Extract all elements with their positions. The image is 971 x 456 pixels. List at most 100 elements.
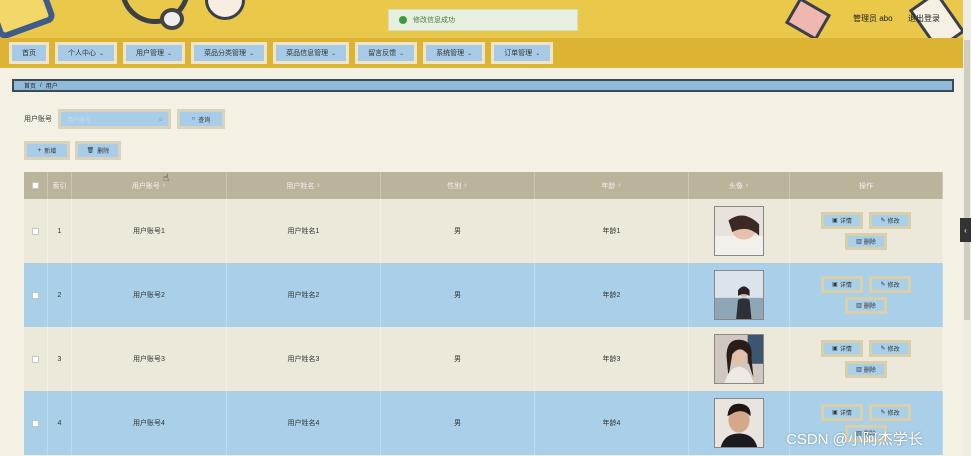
table-row: 3 用户账号3 用户姓名3 男 年龄3 ▣ 详情 ✎ 修改 ▥ 删除 [24, 327, 943, 391]
banner-decoration-eraser [784, 0, 832, 38]
add-button[interactable]: + 新增 [24, 141, 70, 160]
breadcrumb: 首页 / 用户 [12, 79, 954, 92]
row-checkbox[interactable] [32, 227, 39, 235]
nav-item-home[interactable]: 首页 [9, 42, 49, 64]
nav-item-feedback[interactable]: 留言反馈 ⌄ [355, 42, 418, 64]
sort-icon: ⇕ [316, 182, 321, 189]
chevron-down-icon: ⌄ [467, 50, 473, 57]
nav-item-orders[interactable]: 订单管理 ⌄ [491, 42, 554, 64]
trash-icon: 🗑 [86, 148, 95, 154]
ops-group: ▣ 详情 ✎ 修改 [821, 340, 911, 357]
cell-gender: 男 [381, 391, 535, 455]
nav-item-personal[interactable]: 个人中心 ⌄ [55, 42, 118, 64]
header-name[interactable]: 用户姓名 ⇕ [227, 172, 381, 199]
cell-avatar [689, 327, 790, 391]
add-label: 新增 [44, 149, 57, 155]
cell-gender: 男 [381, 199, 535, 263]
nav-label: 用户管理 [136, 50, 165, 57]
row-select-cell [24, 327, 48, 391]
cell-gender: 男 [381, 327, 535, 391]
edit-label: 修改 [887, 411, 900, 417]
nav-label: 订单管理 [504, 50, 533, 57]
edit-button[interactable]: ✎ 修改 [869, 340, 911, 357]
search-placeholder: 用户账号 [67, 117, 92, 124]
breadcrumb-home[interactable]: 首页 [24, 81, 36, 90]
bulk-delete-button[interactable]: 🗑 删除 [75, 141, 121, 160]
chevron-down-icon: ⌄ [167, 50, 173, 57]
cell-ops: ▣ 详情 ✎ 修改 ▥ 删除 [790, 199, 943, 263]
nav-item-dish-category[interactable]: 菜品分类管理 ⌄ [191, 42, 268, 64]
logout-link[interactable]: 退出登录 [908, 13, 940, 24]
nav-label: 菜品信息管理 [286, 50, 329, 57]
cell-account: 用户账号2 [72, 263, 227, 327]
select-all-checkbox[interactable] [32, 182, 39, 189]
header-account[interactable]: 用户账号 ⇕ [72, 172, 227, 199]
collapse-handle[interactable]: ‹ [960, 218, 971, 242]
header-label: 年龄 [601, 182, 616, 190]
query-button[interactable]: ○ 查询 [177, 109, 225, 129]
ops-group: ▣ 详情 ✎ 修改 [821, 212, 911, 229]
cell-age: 年龄3 [535, 327, 689, 391]
edit-icon: ✎ [880, 410, 886, 416]
delete-label: 删除 [863, 240, 876, 246]
row-select-cell [24, 199, 48, 263]
row-checkbox[interactable] [32, 419, 39, 427]
row-delete-button[interactable]: ▥ 删除 [845, 233, 887, 250]
header-index: 索引 [48, 172, 72, 199]
detail-label: 详情 [839, 283, 852, 289]
header-label: 头像 [728, 182, 743, 190]
cell-age: 年龄2 [535, 263, 689, 327]
banner-decoration-tablet [0, 0, 57, 38]
delete-label: 删除 [97, 149, 110, 155]
cell-index: 3 [48, 327, 72, 391]
header-label: 用户姓名 [286, 182, 315, 190]
detail-icon: ▣ [832, 282, 838, 288]
header-label: 性别 [447, 182, 462, 190]
edit-button[interactable]: ✎ 修改 [869, 212, 911, 229]
search-label: 用户账号 [24, 116, 52, 123]
detail-button[interactable]: ▣ 详情 [821, 276, 863, 293]
nav-item-system[interactable]: 系统管理 ⌄ [423, 42, 486, 64]
header-age[interactable]: 年龄 ⇕ [535, 172, 689, 199]
row-delete-button[interactable]: ▥ 删除 [845, 361, 887, 378]
edit-button[interactable]: ✎ 修改 [869, 276, 911, 293]
breadcrumb-separator: / [40, 82, 42, 89]
cell-gender: 男 [381, 263, 535, 327]
toast-text: 修改信息成功 [413, 17, 455, 24]
cell-account: 用户账号3 [72, 327, 227, 391]
header-label: 用户账号 [131, 182, 160, 190]
row-delete-button[interactable]: ▥ 删除 [845, 297, 887, 314]
cell-account: 用户账号4 [72, 391, 227, 455]
edit-icon: ✎ [880, 218, 886, 224]
row-checkbox[interactable] [32, 355, 39, 363]
edit-label: 修改 [887, 347, 900, 353]
detail-button[interactable]: ▣ 详情 [821, 212, 863, 229]
nav-label: 首页 [22, 50, 36, 57]
table-header: 索引 用户账号 ⇕ 用户姓名 ⇕ 性别 ⇕ 年龄 ⇕ 头像 ⇕ 操作 [24, 172, 943, 199]
detail-icon: ▣ [832, 218, 838, 224]
edit-button[interactable]: ✎ 修改 [869, 404, 911, 421]
header-ops: 操作 [790, 172, 943, 199]
row-checkbox[interactable] [32, 291, 39, 299]
cell-name: 用户姓名3 [227, 327, 381, 391]
avatar [714, 270, 764, 320]
detail-button[interactable]: ▣ 详情 [821, 340, 863, 357]
sort-icon: ⇕ [744, 182, 750, 189]
cell-index: 2 [48, 263, 72, 327]
cell-avatar [689, 391, 790, 455]
nav-label: 个人中心 [68, 50, 96, 57]
edit-icon: ✎ [880, 346, 886, 352]
avatar [714, 334, 764, 384]
users-table: 索引 用户账号 ⇕ 用户姓名 ⇕ 性别 ⇕ 年龄 ⇕ 头像 ⇕ 操作 1 用户账号1 用户… [24, 172, 943, 455]
header-gender[interactable]: 性别 ⇕ [381, 172, 535, 199]
header-avatar[interactable]: 头像 ⇕ [689, 172, 790, 199]
delete-label: 删除 [863, 368, 876, 374]
nav-item-users[interactable]: 用户管理 ⌄ [123, 42, 186, 64]
edit-label: 修改 [887, 283, 900, 289]
detail-button[interactable]: ▣ 详情 [821, 404, 863, 421]
search-input[interactable]: 用户账号 ⌕ [58, 109, 171, 129]
nav-item-dish-info[interactable]: 菜品信息管理 ⌄ [273, 42, 350, 64]
cell-account: 用户账号1 [72, 199, 227, 263]
scrollbar-thumb[interactable] [964, 40, 970, 320]
edit-label: 修改 [887, 219, 900, 225]
